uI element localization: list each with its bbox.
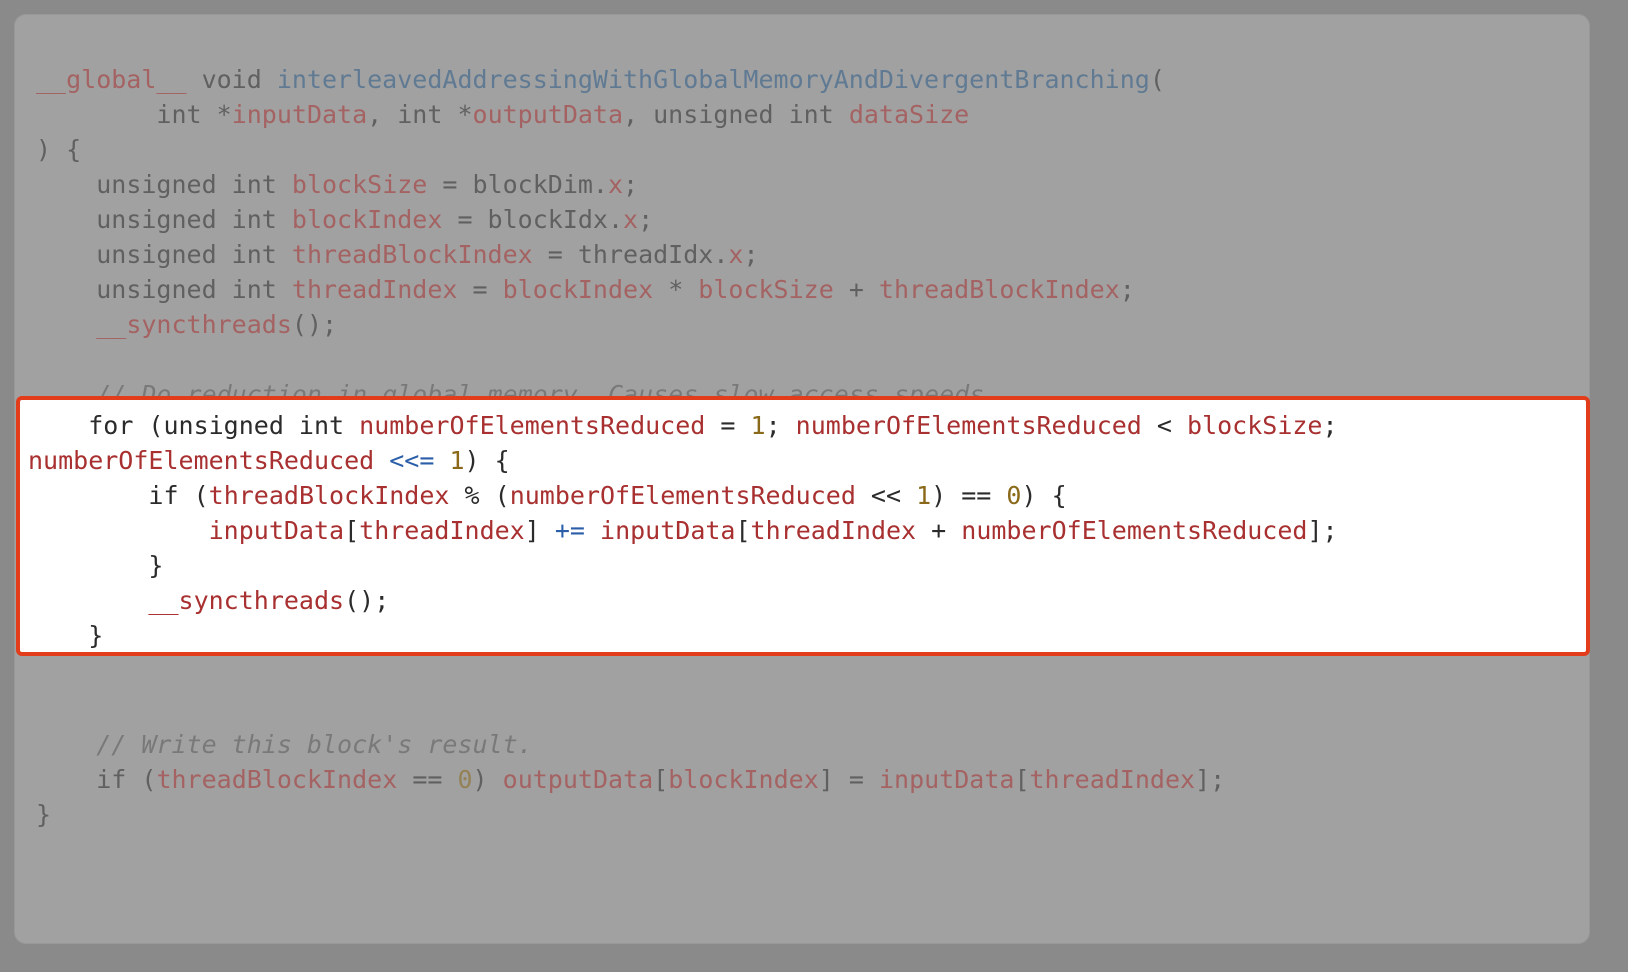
code-pre-highlight: for (unsigned int numberOfElementsReduce… xyxy=(28,408,1572,653)
comment-2: // Write this block's result. xyxy=(96,730,533,759)
keyword-global: __global__ xyxy=(36,65,187,94)
page: __global__ void interleavedAddressingWit… xyxy=(0,0,1628,972)
highlighted-code-region: for (unsigned int numberOfElementsReduce… xyxy=(16,396,1590,656)
func-name: interleavedAddressingWithGlobalMemoryAnd… xyxy=(277,65,1150,94)
